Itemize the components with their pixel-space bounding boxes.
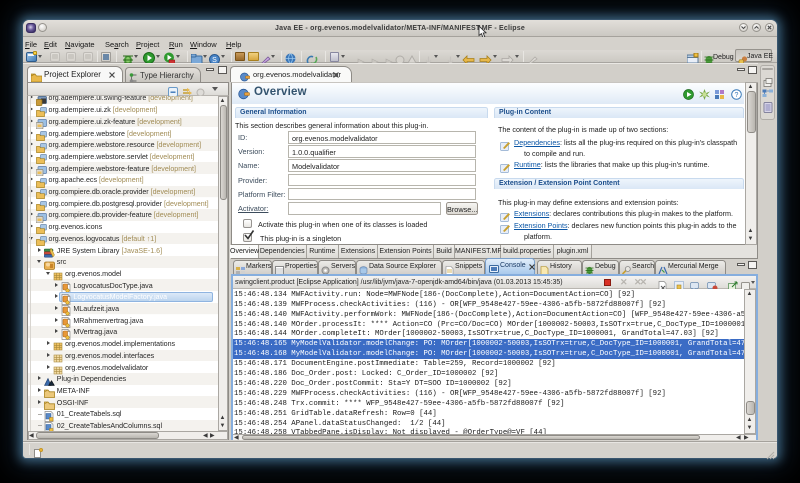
svg-text:?: ? [735, 92, 739, 99]
